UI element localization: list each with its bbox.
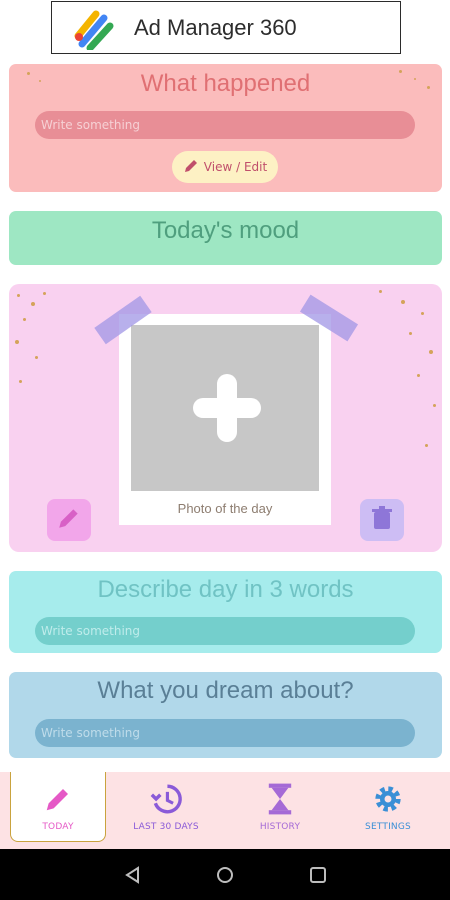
home-icon[interactable] (216, 866, 234, 888)
ad-banner[interactable]: Ad Manager 360 (51, 1, 401, 54)
nav-last-30-days-label: LAST 30 DAYS (133, 822, 199, 832)
view-edit-label: View / Edit (203, 160, 268, 174)
dream-card: What you dream about? Write something (9, 672, 442, 758)
view-edit-button[interactable]: View / Edit (172, 151, 278, 183)
todays-mood-title: Today's mood (151, 217, 300, 244)
gear-icon (372, 782, 404, 816)
nav-history[interactable]: HISTORY (240, 772, 320, 849)
trash-icon (371, 506, 393, 534)
delete-photo-button[interactable] (360, 499, 404, 541)
three-words-input[interactable]: Write something (35, 617, 415, 645)
dream-input[interactable]: Write something (35, 719, 415, 747)
polaroid-frame: Photo of the day (119, 314, 331, 525)
system-nav-bar (0, 849, 450, 900)
pencil-icon (56, 505, 82, 535)
nav-history-label: HISTORY (259, 822, 301, 832)
pencil-icon (183, 158, 199, 177)
bottom-nav: TODAY LAST 30 DAYS HISTORY SETTINGS (0, 772, 450, 849)
ad-manager-logo-icon (70, 6, 118, 51)
edit-photo-button[interactable] (47, 499, 91, 541)
add-photo-button[interactable] (131, 325, 319, 491)
nav-today-label: TODAY (42, 822, 74, 832)
back-icon[interactable] (124, 866, 142, 888)
three-words-title: Describe day in 3 words (97, 576, 354, 603)
dream-title: What you dream about? (97, 677, 354, 704)
photo-of-the-day-card: Photo of the day (9, 284, 442, 552)
ad-title: Ad Manager 360 (134, 14, 297, 40)
three-words-card: Describe day in 3 words Write something (9, 571, 442, 653)
nav-last-30-days[interactable]: LAST 30 DAYS (120, 772, 212, 849)
pencil-icon (43, 782, 73, 816)
recents-icon[interactable] (309, 866, 327, 888)
what-happened-card: What happened Write something View / Edi… (9, 64, 442, 192)
hourglass-icon (266, 782, 294, 816)
photo-caption: Photo of the day (177, 501, 273, 516)
nav-settings-label: SETTINGS (365, 822, 411, 832)
nav-settings[interactable]: SETTINGS (348, 772, 428, 849)
what-happened-title: What happened (140, 70, 311, 97)
what-happened-input[interactable]: Write something (35, 111, 415, 139)
todays-mood-card[interactable]: Today's mood (9, 211, 442, 265)
nav-today[interactable]: TODAY (10, 772, 106, 842)
history-icon (149, 782, 183, 816)
